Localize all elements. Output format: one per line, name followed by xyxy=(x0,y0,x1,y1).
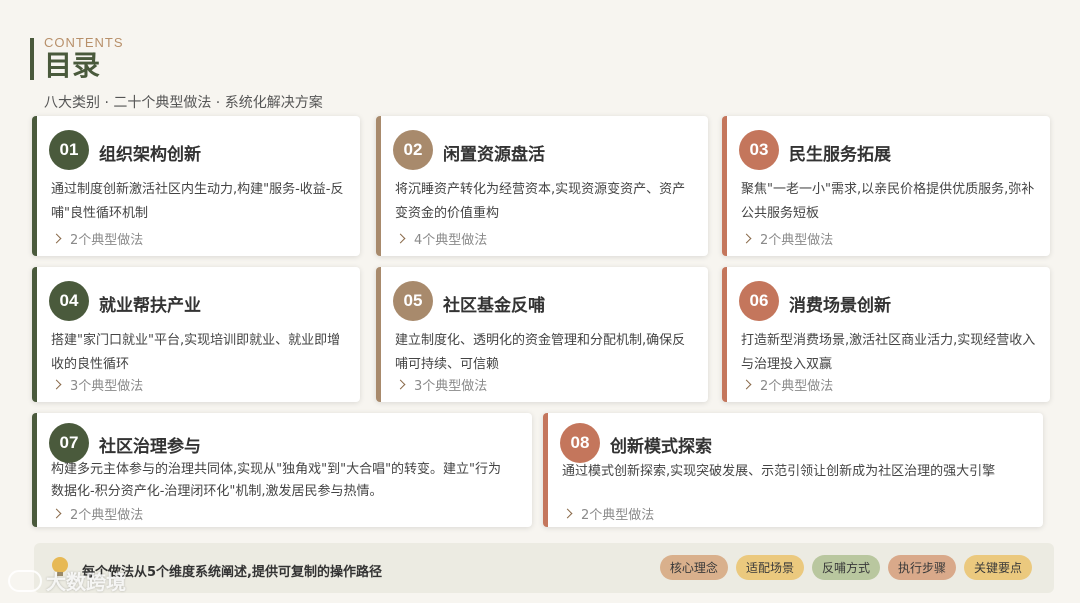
card-title: 消费场景创新 xyxy=(789,296,891,316)
card-description: 建立制度化、透明化的资金管理和分配机制,确保反哺可持续、可信赖 xyxy=(395,333,686,372)
card-practices-count: 3个典型做法 xyxy=(70,379,144,394)
tag-core-concept[interactable]: 核心理念 xyxy=(659,555,728,580)
card-description: 聚焦"一老一小"需求,以亲民价格提供优质服务,弥补公共服务短板 xyxy=(741,182,1035,221)
watermark-logo-icon xyxy=(8,569,42,592)
card-practices-link[interactable]: 2个典型做法 xyxy=(51,229,144,248)
card-number-badge: 02 xyxy=(393,130,433,170)
page-subtitle: 八大类别 · 二十个典型做法 · 系统化解决方案 xyxy=(44,95,323,111)
watermark-text: 大数跨境 xyxy=(46,570,126,594)
category-card-03[interactable]: 03 民生服务拓展 聚焦"一老一小"需求,以亲民价格提供优质服务,弥补公共服务短… xyxy=(722,116,1050,256)
card-title: 闲置资源盘活 xyxy=(443,145,545,165)
card-description: 打造新型消费场景,激活社区商业活力,实现经营收入与治理投入双赢 xyxy=(741,333,1036,372)
watermark: 大数跨境 xyxy=(8,566,126,595)
card-practices-link[interactable]: 2个典型做法 xyxy=(741,229,834,248)
card-number-badge: 06 xyxy=(739,281,779,321)
chevron-right-icon xyxy=(51,233,62,244)
card-title: 社区治理参与 xyxy=(99,437,201,457)
category-card-01[interactable]: 01 组织架构创新 通过制度创新激活社区内生动力,构建"服务-收益-反哺"良性循… xyxy=(32,116,360,256)
tag-applicable-scenario[interactable]: 适配场景 xyxy=(735,555,804,580)
tag-key-points[interactable]: 关键要点 xyxy=(963,555,1032,580)
card-practices-link[interactable]: 2个典型做法 xyxy=(741,375,834,394)
card-title: 组织架构创新 xyxy=(99,145,201,165)
card-practices-count: 2个典型做法 xyxy=(581,508,655,523)
card-number-badge: 08 xyxy=(560,423,600,463)
chevron-right-icon xyxy=(51,379,62,390)
card-practices-link[interactable]: 3个典型做法 xyxy=(395,375,488,394)
contents-label: CONTENTS xyxy=(44,35,124,50)
footer-text: 每个做法从5个维度系统阐述,提供可复制的操作路径 xyxy=(82,565,382,580)
card-title: 民生服务拓展 xyxy=(789,145,891,165)
page-title: 目录 xyxy=(44,49,101,82)
card-description: 搭建"家门口就业"平台,实现培训即就业、就业即增收的良性循环 xyxy=(51,333,341,372)
category-card-04[interactable]: 04 就业帮扶产业 搭建"家门口就业"平台,实现培训即就业、就业即增收的良性循环… xyxy=(32,267,360,402)
card-practices-count: 2个典型做法 xyxy=(70,508,144,523)
card-practices-link[interactable]: 2个典型做法 xyxy=(562,504,655,523)
card-description: 将沉睡资产转化为经营资本,实现资源变资产、资产变资金的价值重构 xyxy=(395,182,686,221)
card-title: 创新模式探索 xyxy=(610,437,712,457)
chevron-right-icon xyxy=(562,508,573,519)
chevron-right-icon xyxy=(741,379,752,390)
tag-execution-steps[interactable]: 执行步骤 xyxy=(887,555,956,580)
card-number-badge: 07 xyxy=(49,423,89,463)
card-description: 构建多元主体参与的治理共同体,实现从"独角戏"到"大合唱"的转变。建立"行为数据… xyxy=(51,462,502,499)
card-number-badge: 05 xyxy=(393,281,433,321)
chevron-right-icon xyxy=(395,233,406,244)
header-accent-bar xyxy=(30,38,34,80)
header: CONTENTS 目录 xyxy=(30,36,124,82)
chevron-right-icon xyxy=(395,379,406,390)
tag-feedback-method[interactable]: 反哺方式 xyxy=(811,555,880,580)
card-title: 社区基金反哺 xyxy=(443,296,545,316)
card-practices-count: 2个典型做法 xyxy=(760,379,834,394)
card-description: 通过模式创新探索,实现突破发展、示范引领让创新成为社区治理的强大引擎 xyxy=(562,464,996,479)
category-card-06[interactable]: 06 消费场景创新 打造新型消费场景,激活社区商业活力,实现经营收入与治理投入双… xyxy=(722,267,1050,402)
category-card-05[interactable]: 05 社区基金反哺 建立制度化、透明化的资金管理和分配机制,确保反哺可持续、可信… xyxy=(376,267,708,402)
chevron-right-icon xyxy=(741,233,752,244)
card-title: 就业帮扶产业 xyxy=(99,296,201,316)
card-practices-link[interactable]: 3个典型做法 xyxy=(51,375,144,394)
card-practices-count: 4个典型做法 xyxy=(414,233,488,248)
card-number-badge: 04 xyxy=(49,281,89,321)
card-number-badge: 01 xyxy=(49,130,89,170)
card-practices-link[interactable]: 4个典型做法 xyxy=(395,229,488,248)
footer-bar: 每个做法从5个维度系统阐述,提供可复制的操作路径 核心理念 适配场景 反哺方式 … xyxy=(34,543,1054,593)
category-card-07[interactable]: 07 社区治理参与 构建多元主体参与的治理共同体,实现从"独角戏"到"大合唱"的… xyxy=(32,413,532,527)
chevron-right-icon xyxy=(51,508,62,519)
dimension-tags: 核心理念 适配场景 反哺方式 执行步骤 关键要点 xyxy=(659,555,1032,580)
card-description: 通过制度创新激活社区内生动力,构建"服务-收益-反哺"良性循环机制 xyxy=(51,182,344,221)
card-practices-count: 3个典型做法 xyxy=(414,379,488,394)
card-practices-link[interactable]: 2个典型做法 xyxy=(51,504,144,523)
card-practices-count: 2个典型做法 xyxy=(70,233,144,248)
card-number-badge: 03 xyxy=(739,130,779,170)
category-card-02[interactable]: 02 闲置资源盘活 将沉睡资产转化为经营资本,实现资源变资产、资产变资金的价值重… xyxy=(376,116,708,256)
category-card-08[interactable]: 08 创新模式探索 通过模式创新探索,实现突破发展、示范引领让创新成为社区治理的… xyxy=(543,413,1043,527)
card-practices-count: 2个典型做法 xyxy=(760,233,834,248)
